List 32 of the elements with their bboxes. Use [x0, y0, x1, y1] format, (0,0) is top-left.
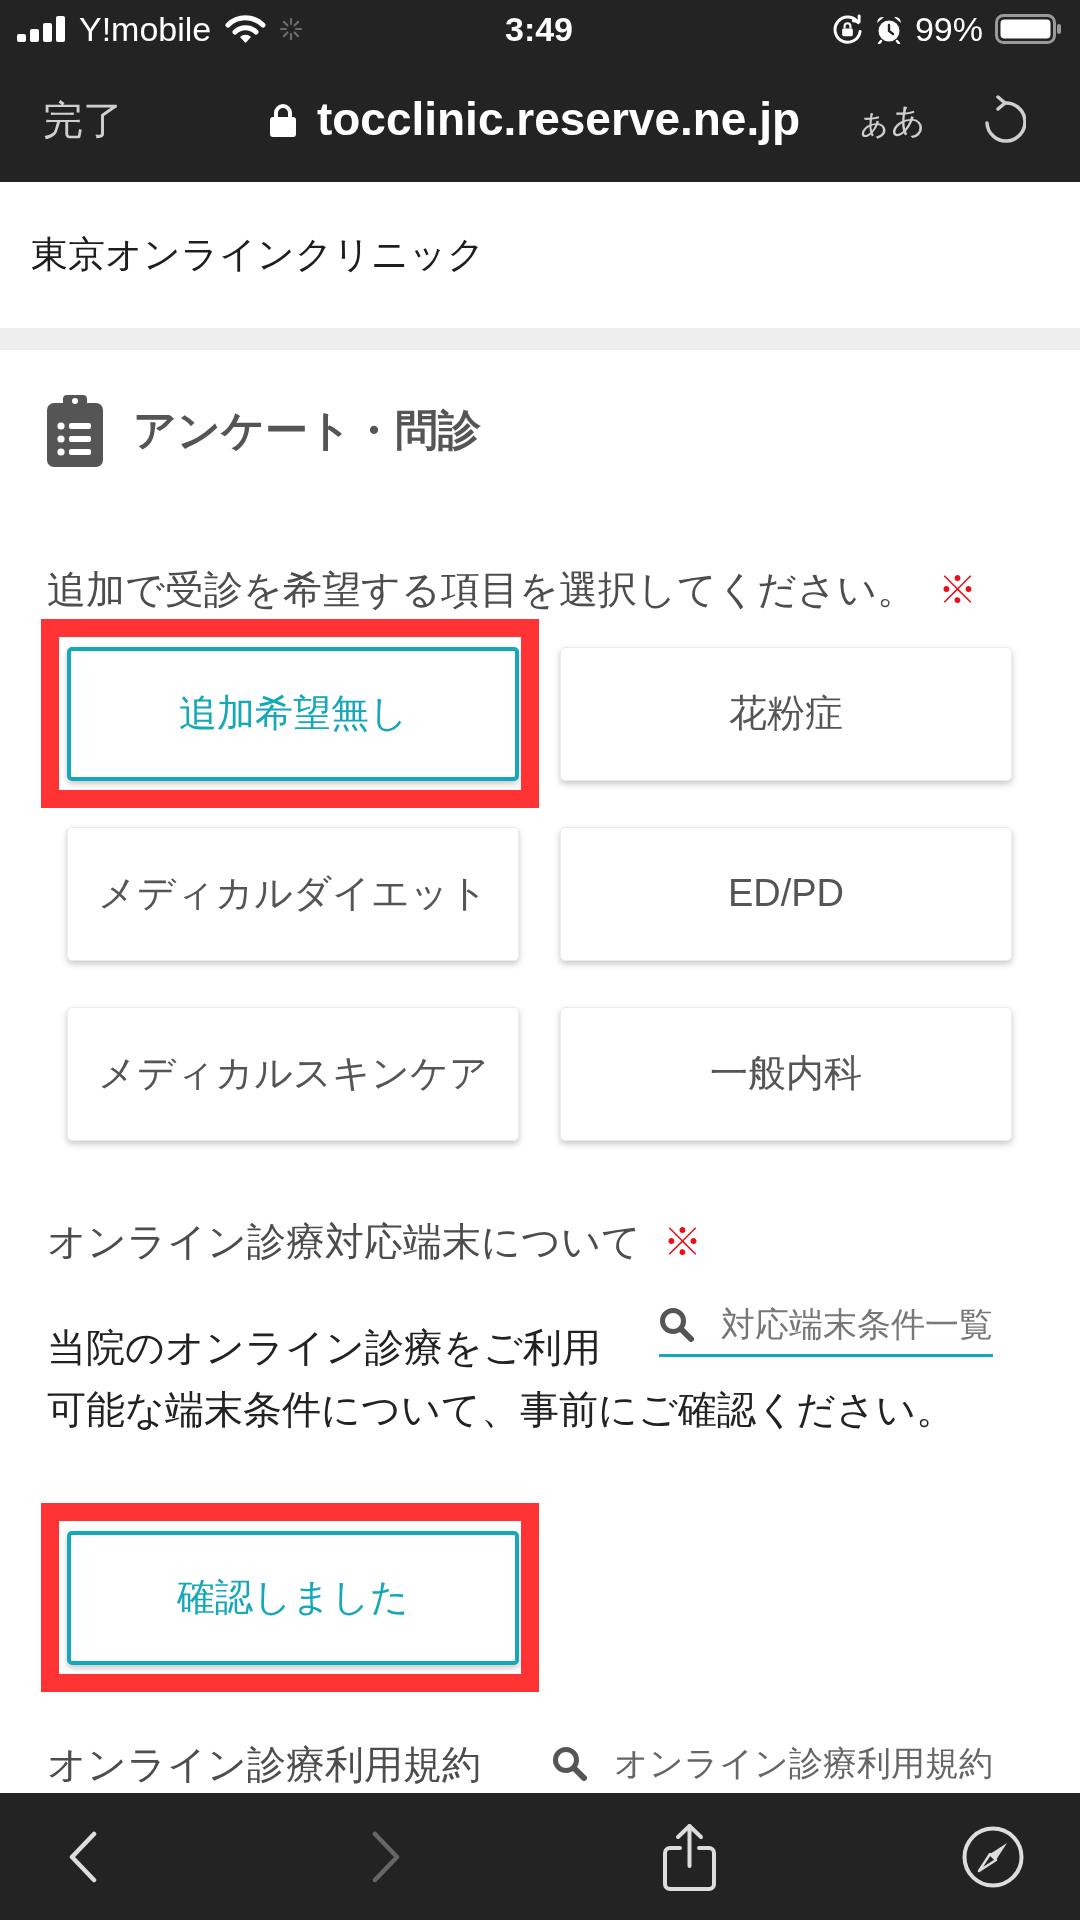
clinic-name: 東京オンラインクリニック [31, 232, 485, 277]
lock-icon [268, 103, 297, 137]
battery-percent: 99% [914, 12, 983, 46]
battery-icon [995, 14, 1061, 44]
search-icon [552, 1746, 587, 1781]
required-mark: ※ [663, 1220, 702, 1263]
url-text[interactable]: tocclinic.reserve.ne.jp [316, 92, 801, 148]
question-label: オンライン診療利用規約 [47, 1743, 481, 1786]
text-size-button[interactable]: ぁあ [856, 99, 926, 141]
search-icon [659, 1307, 694, 1342]
question-label: オンライン診療対応端末について [47, 1220, 641, 1263]
clipboard-list-icon [47, 395, 103, 467]
wifi-icon [225, 14, 267, 44]
clock-time: 3:49 [504, 12, 574, 46]
question-label: 追加で受診を希望する項目を選択してください。 [47, 568, 916, 611]
choice-button[interactable]: メディカルスキンケア [67, 1007, 519, 1141]
section-title: アンケート・問診 [133, 405, 481, 457]
compass-icon[interactable] [962, 1825, 1024, 1888]
choice-button[interactable]: 一般内科 [560, 1007, 1012, 1141]
choice-button[interactable]: 花粉症 [560, 647, 1012, 781]
orientation-lock-icon [831, 13, 863, 45]
terms-link[interactable]: オンライン診療利用規約 [552, 1738, 993, 1789]
alarm-clock-icon [874, 14, 903, 44]
spinner-icon [280, 18, 303, 40]
share-icon[interactable] [663, 1822, 717, 1891]
done-button[interactable]: 完了 [43, 96, 123, 144]
choice-button[interactable]: ED/PD [560, 827, 1012, 961]
required-mark: ※ [938, 568, 977, 611]
back-icon[interactable] [68, 1830, 98, 1883]
signal-icon [17, 16, 65, 42]
choice-button[interactable]: メディカルダイエット [67, 827, 519, 961]
carrier-name: Y!mobile [79, 12, 212, 46]
